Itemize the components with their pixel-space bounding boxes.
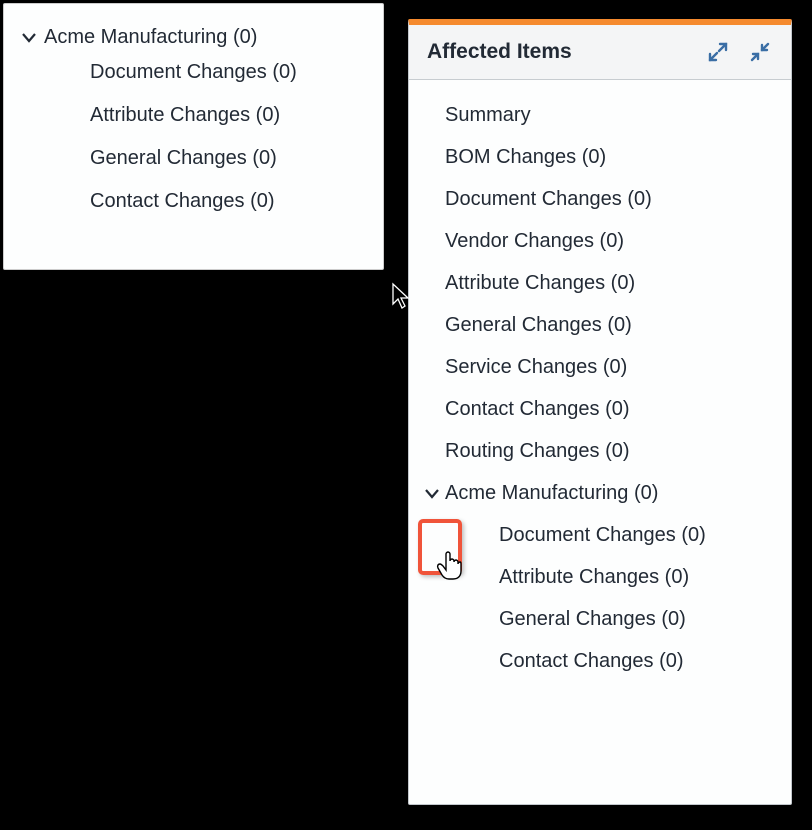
header-icons — [705, 39, 773, 65]
row-attribute-changes[interactable]: Attribute Changes (0) — [445, 264, 773, 306]
row-general-changes[interactable]: General Changes (0) — [445, 306, 773, 348]
panel-header: Affected Items — [409, 25, 791, 80]
panel-title: Affected Items — [427, 40, 572, 64]
nested-item-general-changes[interactable]: General Changes (0) — [499, 600, 773, 642]
nested-root-label: Acme Manufacturing (0) — [445, 482, 658, 505]
chevron-down-icon[interactable] — [22, 31, 36, 45]
tree-item-document-changes[interactable]: Document Changes (0) — [90, 55, 367, 98]
row-bom-changes[interactable]: BOM Changes (0) — [445, 138, 773, 180]
collapse-icon[interactable] — [747, 39, 773, 65]
nested-item-attribute-changes[interactable]: Attribute Changes (0) — [499, 558, 773, 600]
tree-children: Document Changes (0) Attribute Changes (… — [20, 55, 367, 227]
panel-body: Summary BOM Changes (0) Document Changes… — [409, 80, 791, 684]
nested-root-acme[interactable]: Acme Manufacturing (0) — [425, 474, 773, 516]
nested-tree: Acme Manufacturing (0) Document Changes … — [425, 474, 773, 684]
nested-children: Document Changes (0) Attribute Changes (… — [425, 516, 773, 684]
tree-root-acme[interactable]: Acme Manufacturing (0) — [20, 22, 367, 55]
tree-item-contact-changes[interactable]: Contact Changes (0) — [90, 184, 367, 227]
row-service-changes[interactable]: Service Changes (0) — [445, 348, 773, 390]
chevron-down-icon[interactable] — [425, 487, 439, 501]
row-vendor-changes[interactable]: Vendor Changes (0) — [445, 222, 773, 264]
tree-root-label: Acme Manufacturing (0) — [44, 26, 257, 49]
row-summary[interactable]: Summary — [445, 96, 773, 138]
row-contact-changes[interactable]: Contact Changes (0) — [445, 390, 773, 432]
row-routing-changes[interactable]: Routing Changes (0) — [445, 432, 773, 474]
tree-item-attribute-changes[interactable]: Attribute Changes (0) — [90, 98, 367, 141]
nested-item-document-changes[interactable]: Document Changes (0) — [499, 516, 773, 558]
tree-item-general-changes[interactable]: General Changes (0) — [90, 141, 367, 184]
expand-icon[interactable] — [705, 39, 731, 65]
left-tree-panel: Acme Manufacturing (0) Document Changes … — [3, 3, 384, 270]
nested-item-contact-changes[interactable]: Contact Changes (0) — [499, 642, 773, 684]
row-document-changes[interactable]: Document Changes (0) — [445, 180, 773, 222]
affected-items-panel: Affected Items — [408, 19, 792, 805]
